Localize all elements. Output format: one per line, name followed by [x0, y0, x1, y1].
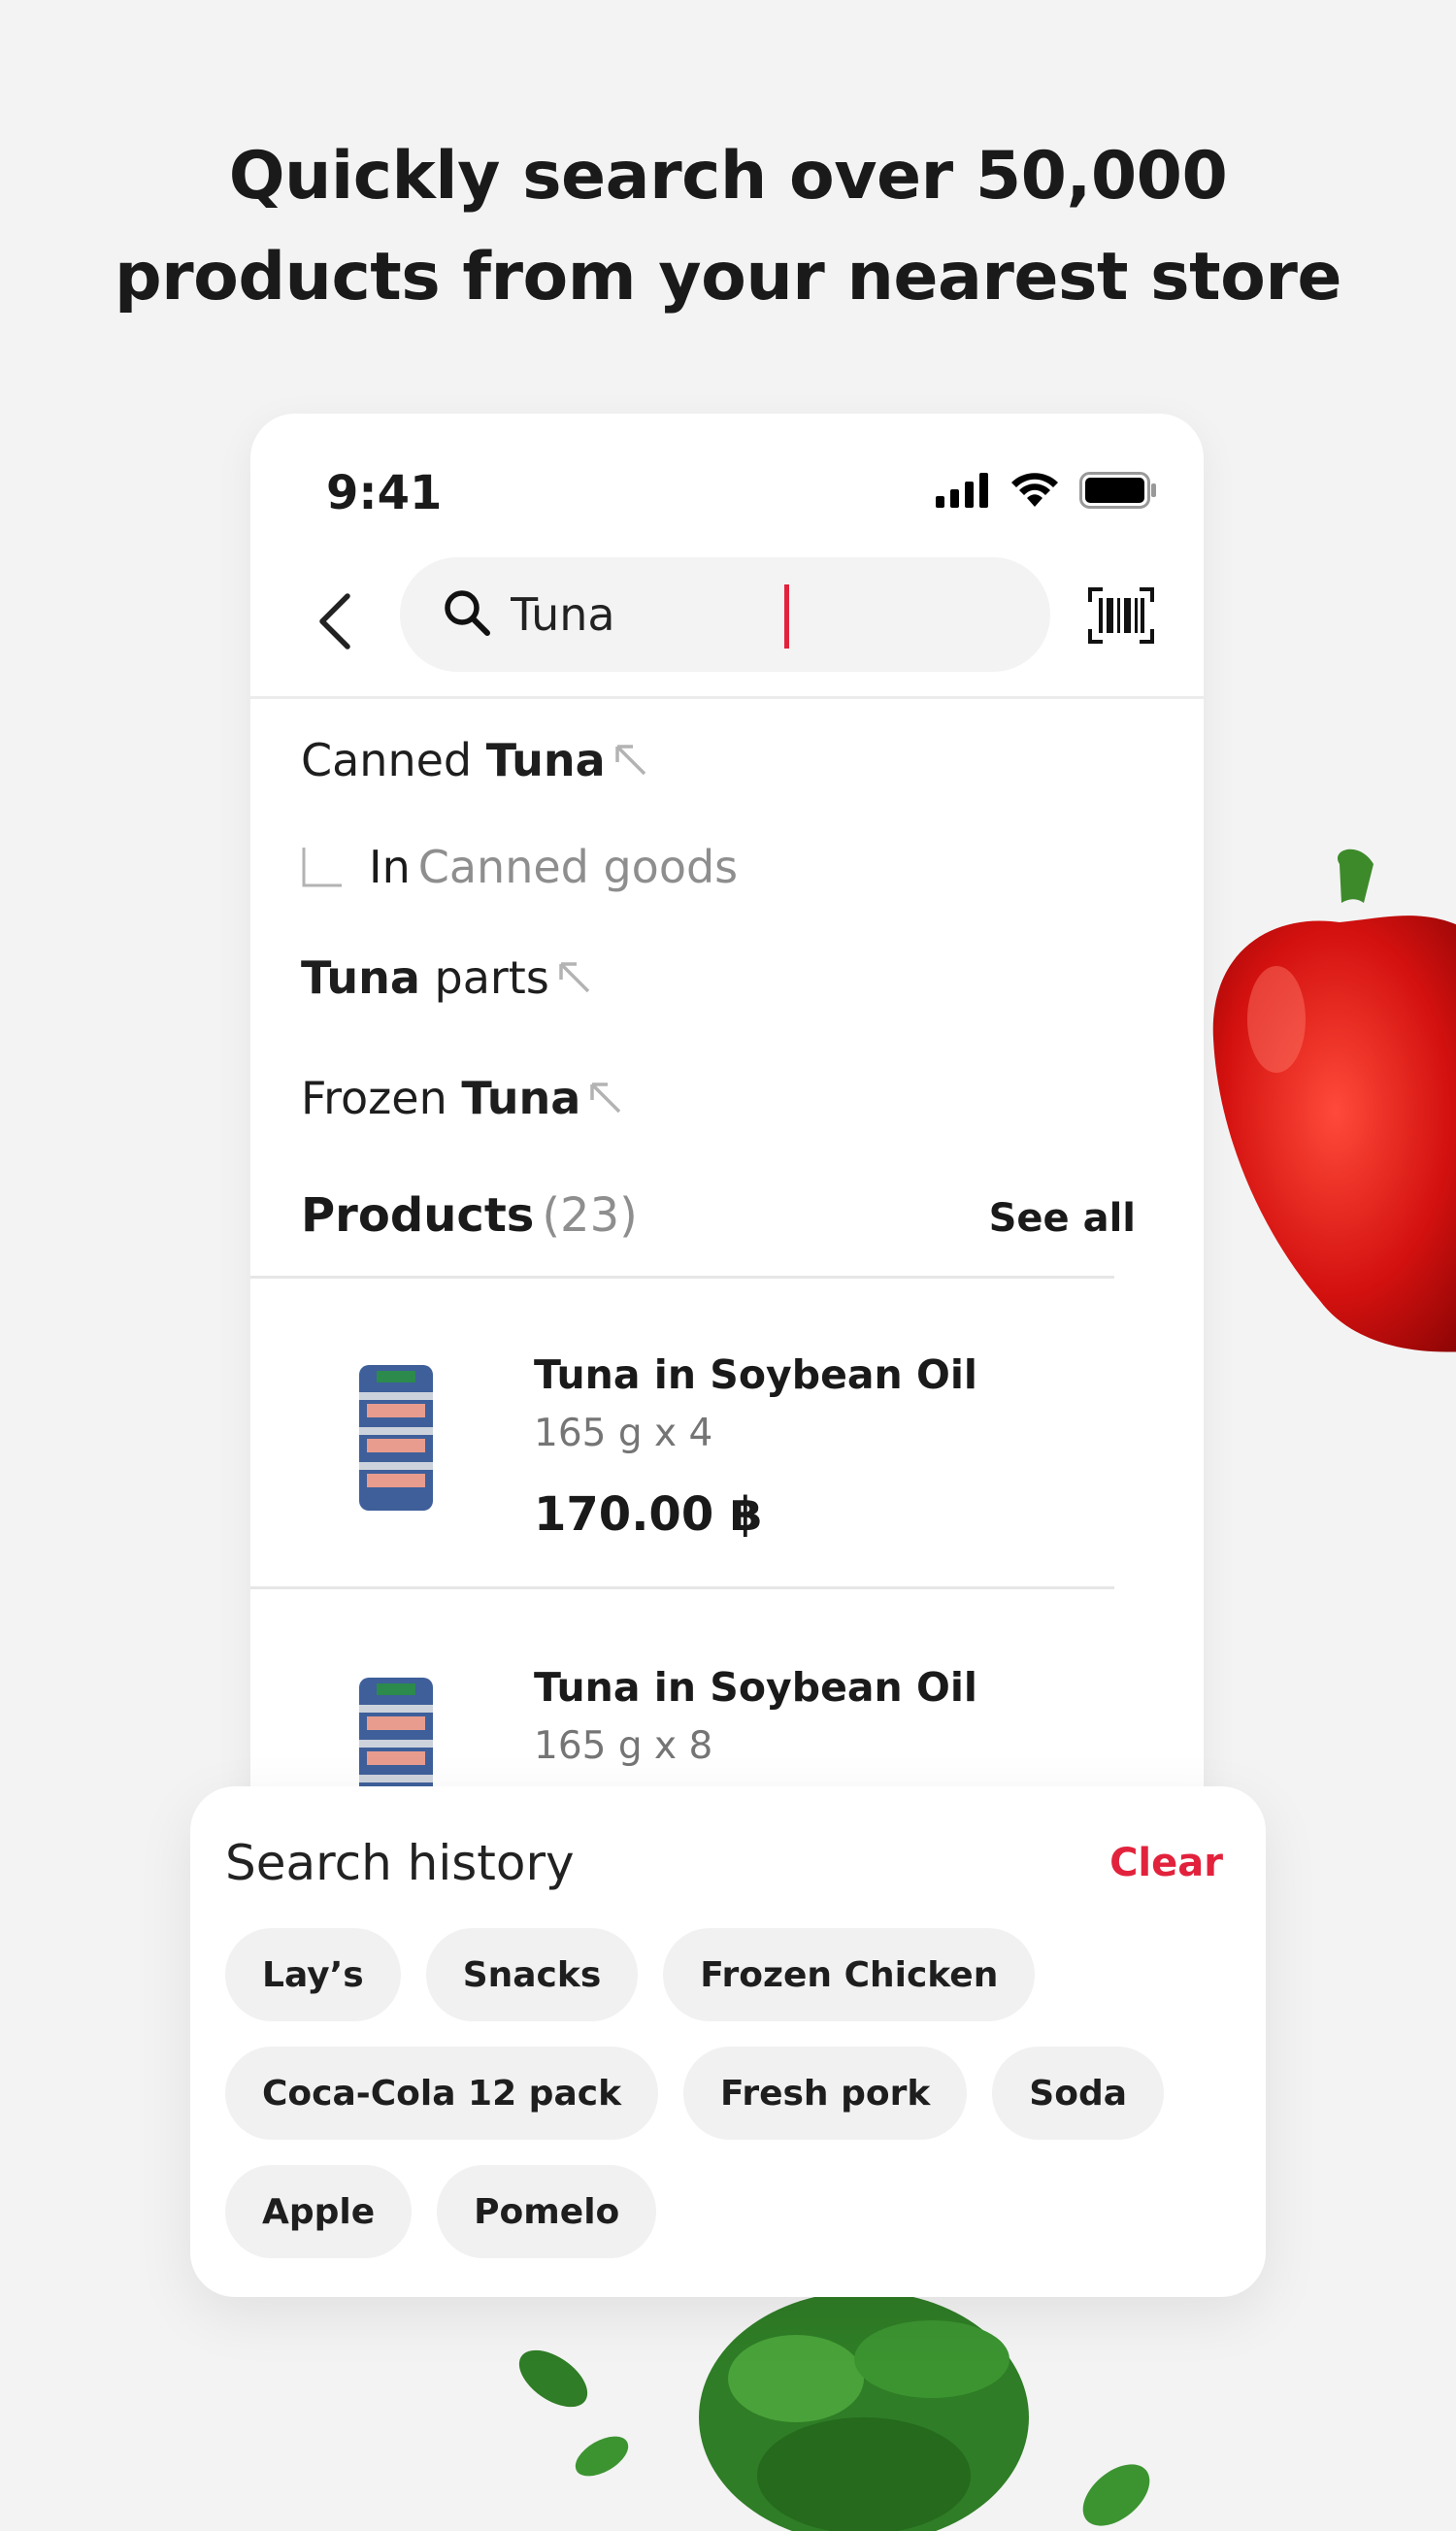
headline-line-2: products from your nearest store: [114, 239, 1342, 316]
history-chip[interactable]: Soda: [992, 2047, 1165, 2140]
status-bar: 9:41: [250, 452, 1204, 530]
category-suggestion[interactable]: In Canned goods: [301, 833, 738, 901]
products-title: Products (23): [301, 1188, 638, 1243]
see-all-link[interactable]: See all: [989, 1196, 1136, 1241]
product-name: Tuna in Soybean Oil: [534, 1351, 977, 1398]
history-chip[interactable]: Lay’s: [225, 1928, 401, 2021]
wifi-icon: [1011, 473, 1058, 507]
divider: [250, 696, 1204, 699]
phone-screen: 9:41 Tuna Canned Tuna In Canned goods Tu…: [250, 414, 1204, 1821]
divider: [250, 1276, 1114, 1279]
suggestion-match: Tuna: [461, 1072, 581, 1124]
headline: Quickly search over 50,000 products from…: [0, 126, 1456, 328]
suggestion-item[interactable]: Canned Tuna: [301, 726, 650, 794]
cellular-signal-icon: [936, 473, 988, 508]
history-chips: Lay’s Snacks Frozen Chicken Coca-Cola 12…: [225, 1928, 1244, 2283]
chip-row: Apple Pomelo: [225, 2165, 1244, 2258]
history-chip[interactable]: Fresh pork: [683, 2047, 968, 2140]
product-price: 170.00 ฿: [534, 1487, 763, 1542]
arrow-up-left-icon[interactable]: [555, 958, 594, 997]
clear-history-button[interactable]: Clear: [1109, 1841, 1223, 1885]
suggestion-suffix: parts: [419, 951, 549, 1004]
history-chip[interactable]: Snacks: [425, 1928, 639, 2021]
search-field[interactable]: [400, 557, 1050, 672]
battery-icon: [1079, 472, 1156, 509]
arrow-up-left-icon[interactable]: [586, 1079, 625, 1117]
status-time: 9:41: [326, 466, 443, 520]
basil-leaves-illustration: [518, 2291, 1150, 2531]
suggestion-item[interactable]: Tuna parts: [301, 944, 594, 1012]
product-quantity: 165 g x 8: [534, 1724, 713, 1768]
history-chip[interactable]: Coca-Cola 12 pack: [225, 2047, 659, 2140]
category-in-label: In: [369, 841, 411, 893]
product-name: Tuna in Soybean Oil: [534, 1664, 977, 1711]
search-history-title: Search history: [225, 1835, 575, 1891]
suggestion-item[interactable]: Frozen Tuna: [301, 1064, 625, 1132]
arrow-up-left-icon[interactable]: [612, 741, 650, 780]
products-count: (23): [542, 1188, 638, 1243]
chip-row: Lay’s Snacks Frozen Chicken: [225, 1928, 1244, 2021]
search-bar: [250, 557, 1204, 683]
product-quantity: 165 g x 4: [534, 1412, 713, 1455]
corner-indent-icon: [302, 848, 342, 887]
divider: [250, 1586, 1114, 1589]
text-caret: [784, 584, 789, 649]
tuna-can-stack-image: [359, 1365, 433, 1511]
suggestion-match: Tuna: [485, 734, 606, 786]
category-name: Canned goods: [417, 841, 739, 893]
products-title-text: Products: [301, 1188, 535, 1243]
search-input[interactable]: [509, 575, 1017, 654]
products-header: Products (23) See all: [301, 1181, 1155, 1249]
chip-row: Coca-Cola 12 pack Fresh pork Soda: [225, 2047, 1244, 2140]
product-card[interactable]: Tuna in Soybean Oil 165 g x 4 170.00 ฿: [250, 1287, 1114, 1579]
red-pepper-illustration: [1212, 849, 1456, 1352]
barcode-scanner-icon[interactable]: [1087, 586, 1155, 645]
chevron-left-icon[interactable]: [311, 592, 359, 650]
history-chip[interactable]: Apple: [225, 2165, 413, 2258]
history-chip[interactable]: Pomelo: [437, 2165, 657, 2258]
search-icon: [445, 590, 490, 636]
suggestion-match: Tuna: [301, 951, 420, 1004]
search-history-panel: Search history Clear Lay’s Snacks Frozen…: [190, 1786, 1266, 2297]
headline-line-1: Quickly search over 50,000: [228, 138, 1228, 215]
history-chip[interactable]: Frozen Chicken: [663, 1928, 1036, 2021]
suggestion-prefix: Canned: [301, 734, 486, 786]
suggestion-prefix: Frozen: [301, 1072, 462, 1124]
